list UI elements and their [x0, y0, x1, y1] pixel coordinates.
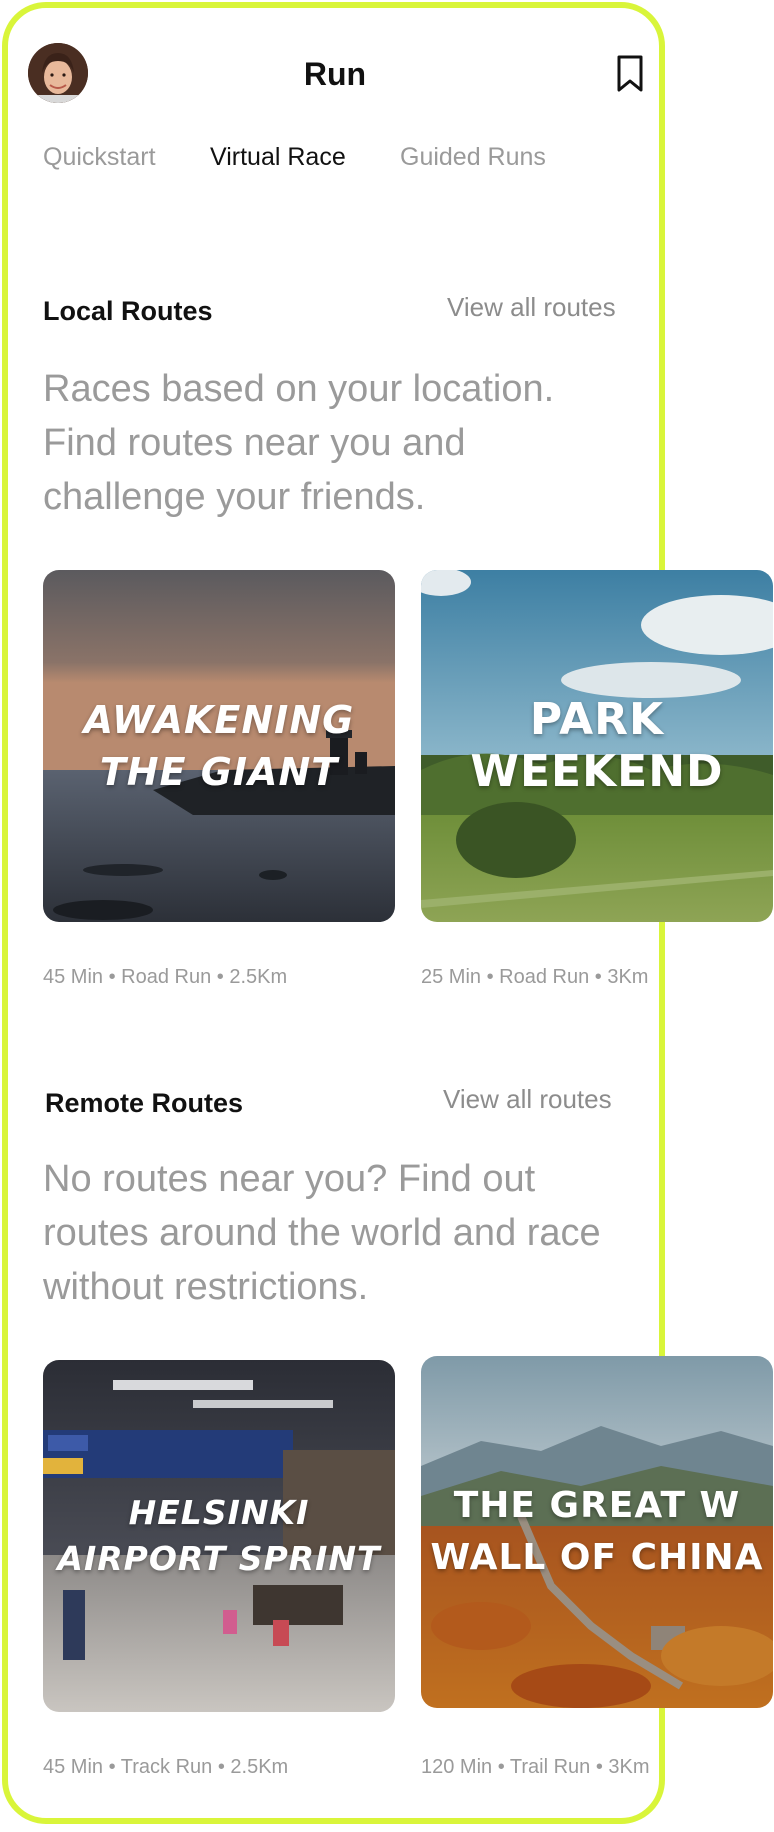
route-card-awakening-the-giant[interactable]: AWAKENING THE GIANT	[43, 570, 395, 922]
local-view-all-link[interactable]: View all routes	[447, 292, 616, 323]
remote-view-all-link[interactable]: View all routes	[443, 1084, 612, 1115]
route-card-meta: 45 Min • Road Run • 2.5Km	[43, 966, 288, 988]
route-card-meta: 45 Min • Track Run • 2.5Km	[43, 1756, 289, 1778]
page-title: Run	[303, 56, 367, 92]
route-card-title: THE GREAT W WALL OF CHINA	[430, 1485, 764, 1578]
tab-virtual-race[interactable]: Virtual Race	[210, 143, 346, 172]
remote-routes-title: Remote Routes	[45, 1088, 244, 1118]
route-card-meta: 25 Min • Road Run • 3Km	[421, 966, 649, 988]
local-routes-description: Races based on your location. Find route…	[43, 368, 555, 518]
route-card-title: HELSINKI AIRPORT SPRINT	[57, 1493, 381, 1578]
route-card-meta: 120 Min • Trail Run • 3Km	[421, 1756, 650, 1778]
user-avatar[interactable]	[28, 43, 88, 103]
route-card-title: AWAKENING THE GIANT	[83, 698, 355, 794]
route-card-title: PARK WEEKEND	[470, 694, 724, 797]
remote-routes-description: No routes near you? Find out routes arou…	[43, 1158, 601, 1308]
route-card-park-weekend[interactable]: PARK WEEKEND	[421, 570, 773, 922]
local-routes-title: Local Routes	[43, 296, 213, 326]
tab-quickstart[interactable]: Quickstart	[43, 143, 156, 172]
route-card-helsinki-airport-sprint[interactable]: HELSINKI AIRPORT SPRINT	[43, 1360, 395, 1712]
bookmark-icon[interactable]	[615, 54, 645, 94]
page: Run Quickstart Virtual Race Guided Runs …	[0, 0, 774, 1832]
route-card-great-wall-of-china[interactable]: THE GREAT W WALL OF CHINA	[421, 1356, 773, 1708]
tab-guided-runs[interactable]: Guided Runs	[400, 143, 546, 172]
